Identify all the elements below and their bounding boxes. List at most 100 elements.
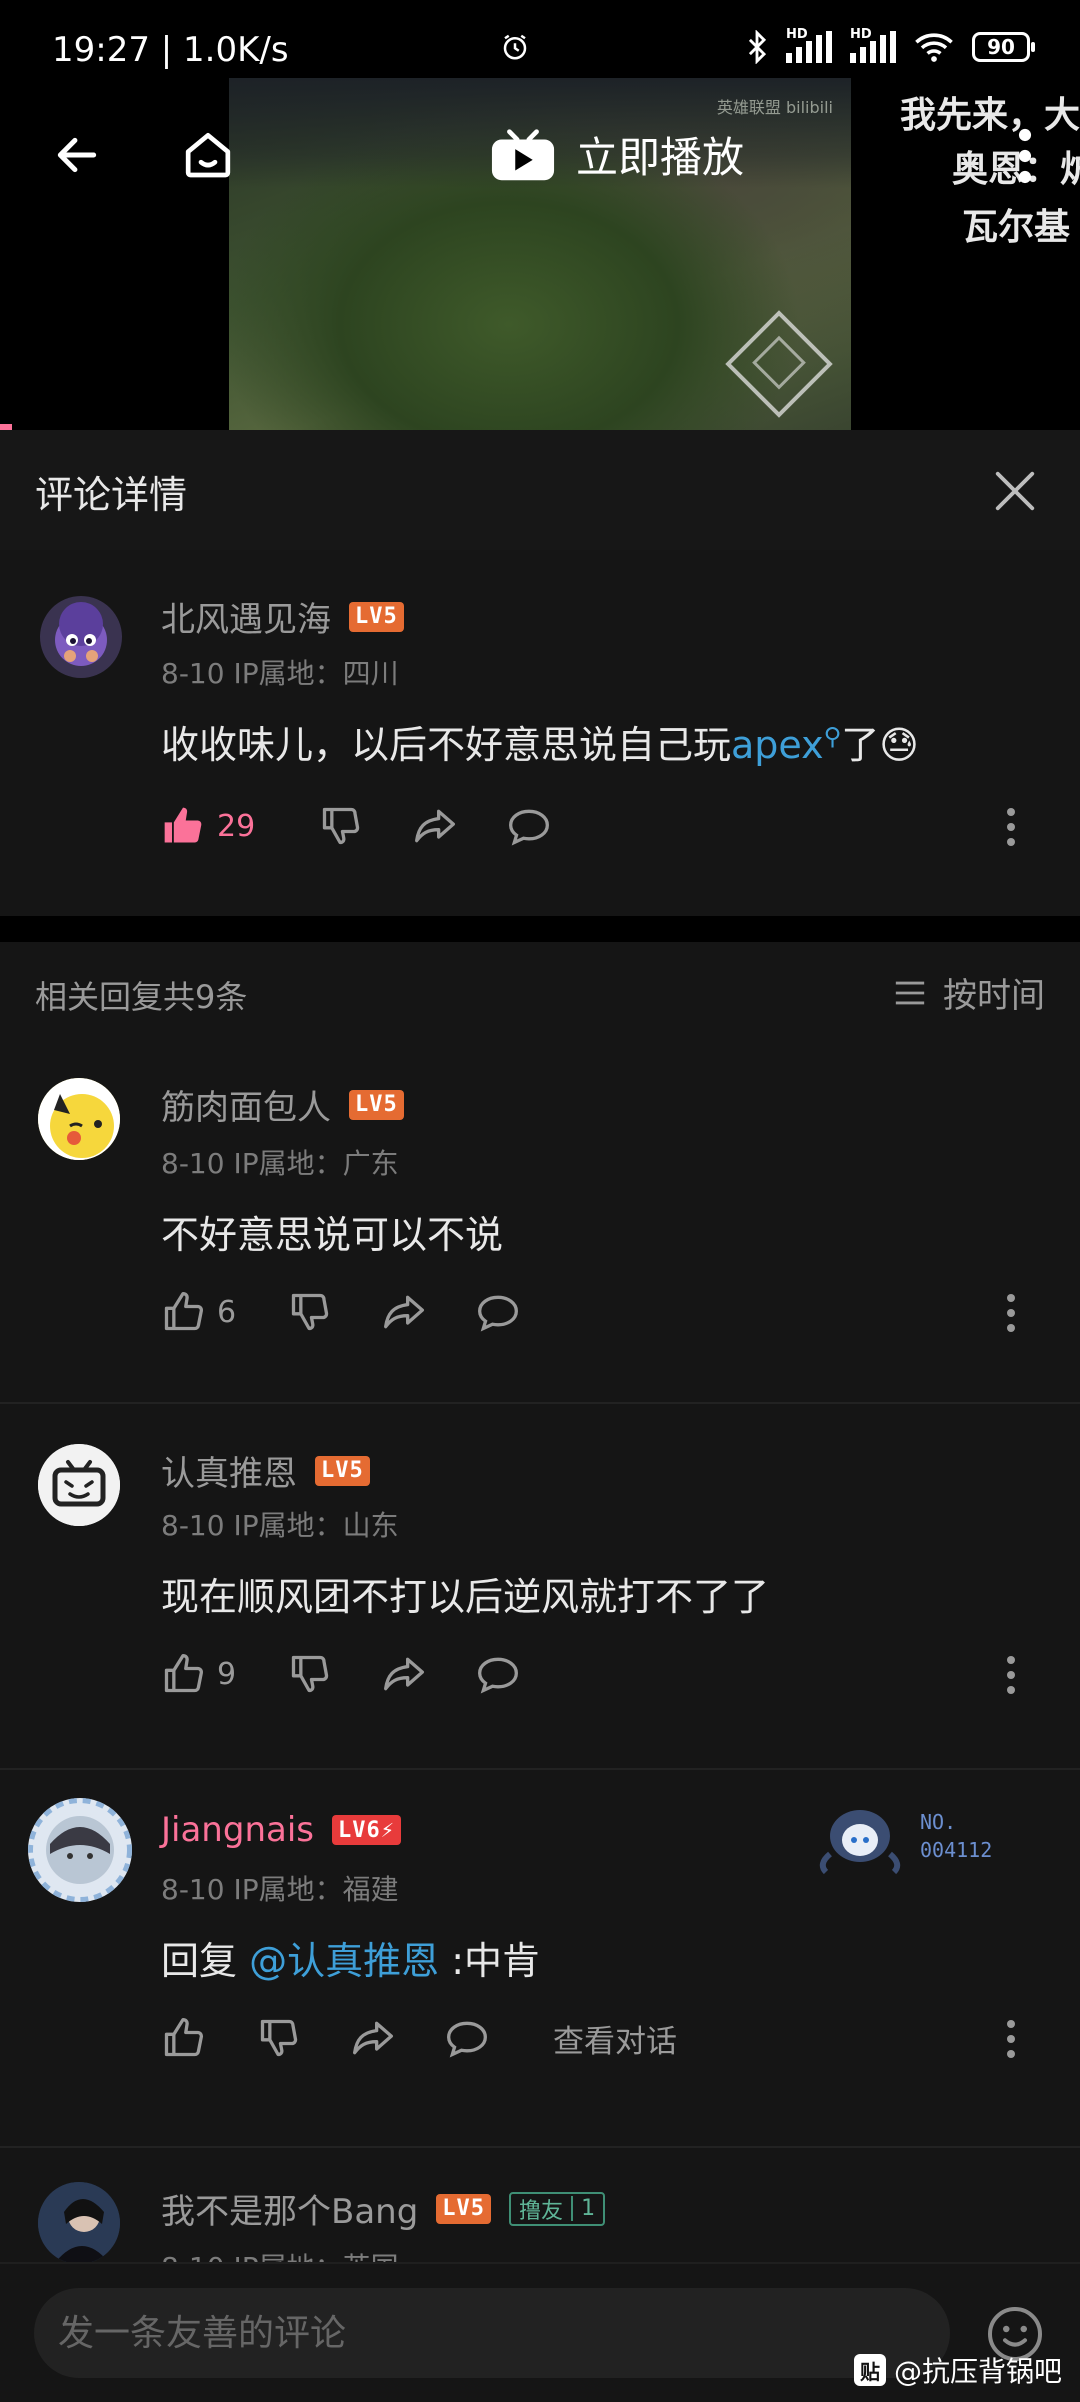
bluetooth-icon: [748, 30, 767, 64]
share-button[interactable]: [351, 2016, 395, 2060]
more-vertical-icon[interactable]: [1006, 806, 1016, 848]
reply-button[interactable]: [507, 804, 551, 848]
reply-item: 我不是那个Bang LV5 撸友1 8-10 IP属地：英国: [0, 2148, 1080, 2262]
level-badge: LV5: [349, 601, 404, 632]
dislike-button[interactable]: [319, 804, 363, 848]
level-badge: LV5: [349, 1089, 404, 1120]
share-button[interactable]: [382, 1652, 426, 1696]
pendant-label: NO.: [920, 1810, 957, 1834]
like-count: 29: [217, 808, 256, 844]
play-now-label: 立即播放: [576, 133, 745, 182]
comment-meta: 8-10 IP属地：广东: [161, 1147, 399, 1180]
more-vertical-icon[interactable]: [1006, 1292, 1016, 1334]
share-icon: [415, 809, 456, 843]
username[interactable]: 我不是那个Bang LV5 撸友 1: [161, 2184, 606, 2233]
home-icon[interactable]: [180, 126, 236, 182]
close-icon[interactable]: [992, 468, 1038, 514]
back-icon[interactable]: [52, 130, 102, 180]
thumbs-down-icon: [260, 2019, 298, 2057]
dislike-button[interactable]: [288, 1652, 332, 1696]
reply-count: 相关回复共9条: [35, 978, 248, 1016]
pendant-number: 004112: [920, 1838, 993, 1862]
comment-bubble-icon: [478, 1657, 519, 1694]
level-badge: LV6⚡: [331, 1815, 401, 1845]
search-link[interactable]: apex: [731, 723, 824, 767]
danmaku-comment: 瓦尔基: [962, 207, 1071, 248]
thumbs-up-icon: [164, 1654, 203, 1693]
more-vertical-icon[interactable]: [1015, 128, 1035, 184]
avatar[interactable]: [28, 1798, 132, 1902]
view-conversation-button[interactable]: 查看对话: [553, 2016, 677, 2061]
reply-button[interactable]: [445, 2016, 489, 2060]
avatar[interactable]: [40, 596, 122, 678]
username[interactable]: 北风遇见海 LV5: [161, 592, 404, 641]
search-icon[interactable]: ⚲: [824, 722, 842, 750]
cell-signal-2-icon: HD: [850, 27, 896, 63]
thumbs-up-icon: [164, 2018, 203, 2057]
dislike-button[interactable]: [257, 2016, 301, 2060]
comment-text: 现在顺风团不打以后逆风就打不了了: [161, 1575, 770, 1619]
avatar[interactable]: [38, 1444, 120, 1526]
like-button[interactable]: 9: [161, 1652, 236, 1696]
comment-text: 回复 @认真推恩 :中肯: [161, 1939, 540, 1983]
comment-bubble-icon: [509, 809, 550, 846]
thumbs-down-icon: [291, 1655, 329, 1693]
thumbs-up-filled-icon: [164, 807, 202, 843]
wifi-icon: [915, 33, 953, 62]
avatar[interactable]: [38, 1078, 120, 1160]
cell-signal-1-icon: HD: [786, 27, 832, 63]
sort-by-time-button[interactable]: 按时间: [893, 968, 1045, 1017]
comment-actions: 6: [161, 1282, 520, 1342]
avatar-pendant: NO. 004112: [810, 1796, 992, 1876]
reply-item: 认真推恩 LV5 8-10 IP属地：山东 现在顺风团不打以后逆风就打不了了 9: [0, 1404, 1080, 1768]
alarm-icon: [503, 34, 527, 60]
username[interactable]: Jiangnais LV6⚡: [161, 1810, 401, 1850]
like-button[interactable]: [161, 2016, 205, 2060]
page-title: 评论详情: [35, 473, 188, 517]
comment-text: 收收味儿，以后不好意思说自己玩apex⚲了😓: [161, 722, 919, 767]
tieba-logo-icon: 贴: [853, 2354, 886, 2386]
status-bar: 19:27 | 1.0K/s HD HD 90: [0, 0, 1080, 100]
like-button[interactable]: 6: [161, 1290, 236, 1334]
share-button[interactable]: [413, 804, 457, 848]
comment-actions: 9: [161, 1644, 520, 1704]
reply-item: 筋肉面包人 LV5 8-10 IP属地：广东 不好意思说可以不说 6: [0, 1042, 1080, 1402]
play-now-button[interactable]: 立即播放: [490, 124, 744, 185]
root-comment: 北风遇见海 LV5 8-10 IP属地：四川 收收味儿，以后不好意思说自己玩ap…: [0, 550, 1080, 916]
reply-button[interactable]: [476, 1290, 520, 1334]
thumbs-down-icon: [291, 1293, 329, 1331]
battery-indicator: 90: [972, 32, 1035, 62]
comment-input-bar: 贴 @抗压背锅吧: [0, 2262, 1080, 2402]
pendant-character-icon: [819, 1810, 901, 1875]
comment-bubble-icon: [447, 2021, 487, 2058]
game-emblem-icon: [725, 310, 833, 418]
share-button[interactable]: [382, 1290, 426, 1334]
source-watermark: 贴 @抗压背锅吧: [853, 2350, 1062, 2390]
video-toolbar: 立即播放: [0, 110, 1080, 200]
comment-actions: 29: [161, 796, 551, 856]
more-vertical-icon[interactable]: [1006, 2018, 1016, 2060]
like-count: 6: [217, 1294, 237, 1330]
status-icons: HD HD 90: [503, 27, 1035, 64]
avatar[interactable]: [38, 2182, 120, 2262]
share-icon: [384, 1295, 425, 1329]
username[interactable]: 筋肉面包人 LV5: [161, 1080, 404, 1129]
fan-medal-badge: 撸友 1: [509, 2191, 606, 2226]
more-vertical-icon[interactable]: [1006, 1654, 1016, 1696]
tv-play-icon: [491, 128, 555, 180]
username[interactable]: 认真推恩 LV5: [161, 1446, 370, 1495]
like-count: 9: [217, 1656, 237, 1692]
like-button[interactable]: 29: [161, 804, 255, 848]
comment-bubble-icon: [478, 1295, 519, 1332]
reply-button[interactable]: [476, 1652, 520, 1696]
comment-detail-header: 评论详情: [0, 430, 1080, 550]
section-divider: [0, 916, 1080, 942]
thumbs-down-icon: [323, 807, 360, 845]
comment-meta: 8-10 IP属地：四川: [161, 657, 399, 690]
comment-meta: 8-10 IP属地：英国: [161, 2246, 399, 2262]
mention-link[interactable]: @认真推恩: [249, 1939, 439, 1983]
comment-input[interactable]: [34, 2288, 950, 2378]
replies-header: 相关回复共9条 按时间: [0, 942, 1080, 1042]
dislike-button[interactable]: [288, 1290, 332, 1334]
comment-meta: 8-10 IP属地：山东: [161, 1509, 399, 1542]
